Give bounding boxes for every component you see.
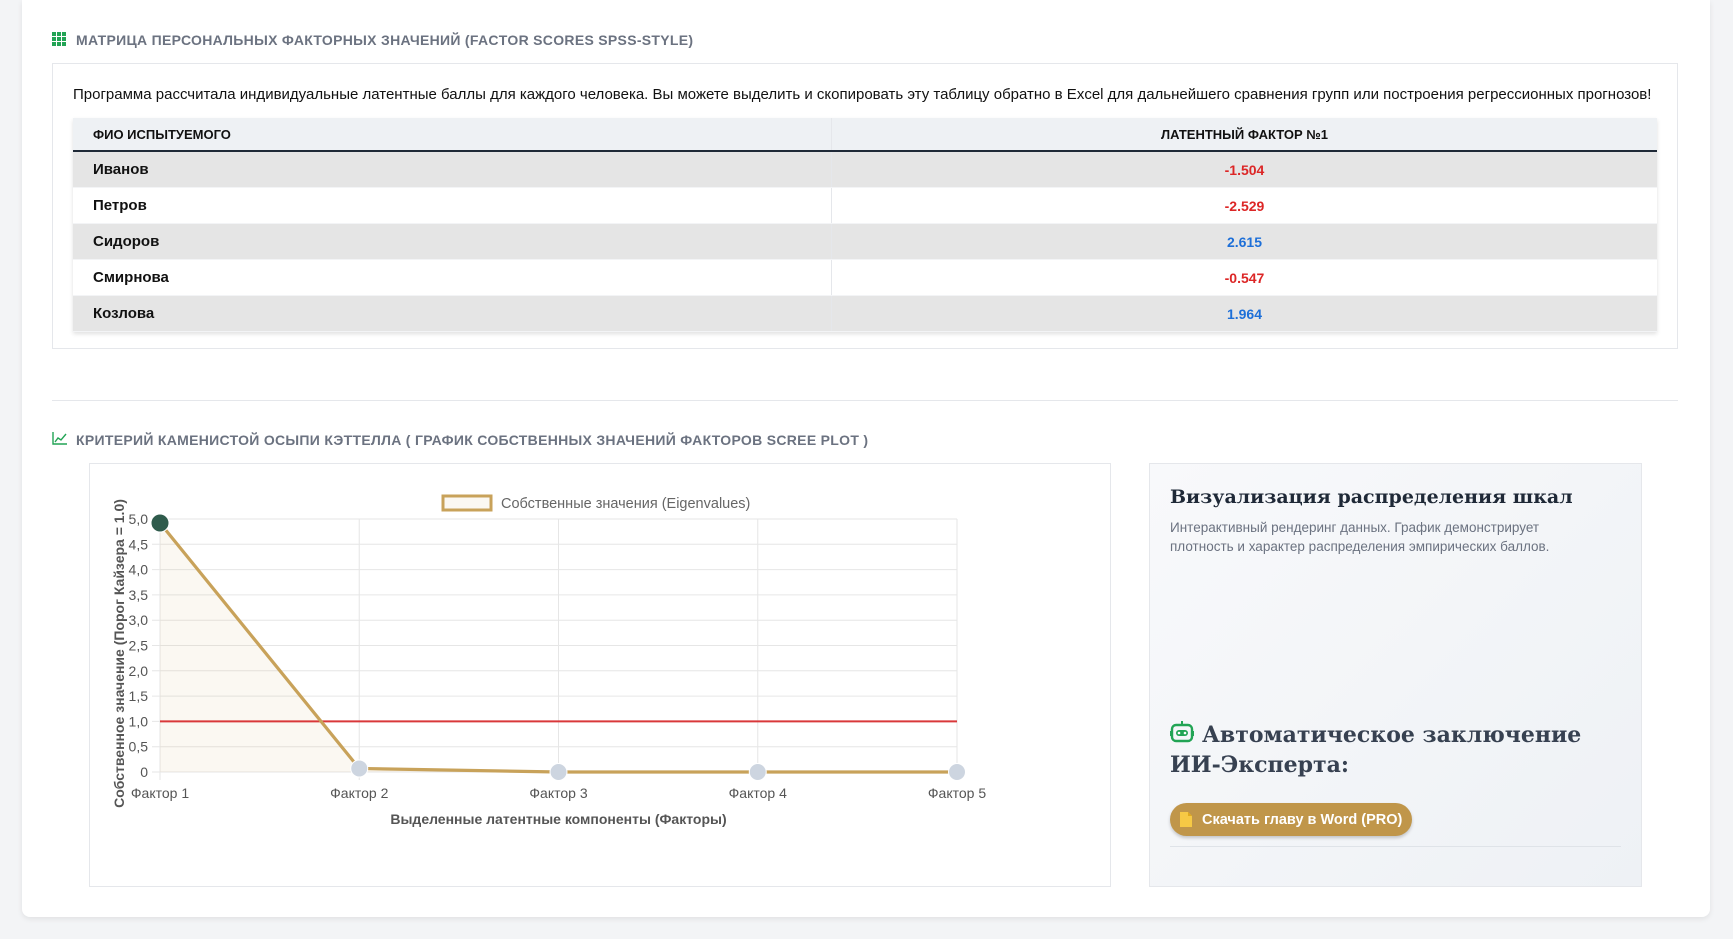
panel-divider: [1170, 846, 1621, 847]
x-tick-label: Фактор 5: [928, 785, 986, 801]
x-tick-label: Фактор 3: [529, 785, 587, 801]
data-point: [350, 759, 369, 778]
y-tick-label: 3,5: [129, 587, 149, 603]
subject-name-cell: Козлова: [73, 295, 832, 332]
subject-name-cell: Сидоров: [73, 223, 832, 260]
main-card: МАТРИЦА ПЕРСОНАЛЬНЫХ ФАКТОРНЫХ ЗНАЧЕНИЙ …: [22, 0, 1710, 917]
matrix-section-title: МАТРИЦА ПЕРСОНАЛЬНЫХ ФАКТОРНЫХ ЗНАЧЕНИЙ …: [52, 32, 693, 48]
legend-label: Собственные значения (Eigenvalues): [501, 496, 750, 512]
distribution-panel: Визуализация распределения шкал Интеракт…: [1149, 463, 1642, 887]
table-row: Козлова 1.964: [73, 295, 1657, 332]
factor-score-cell: -2.529: [831, 187, 1657, 224]
x-tick-label: Фактор 1: [131, 785, 189, 801]
scree-title-text: КРИТЕРИЙ КАМЕНИСТОЙ ОСЫПИ КЭТТЕЛЛА ( ГРА…: [76, 432, 869, 448]
column-header-name: ФИО ИСПЫТУЕМОГО: [73, 118, 832, 152]
y-tick-label: 3,0: [129, 612, 149, 628]
data-point: [748, 763, 767, 781]
x-axis-title: Выделенные латентные компоненты (Факторы…: [390, 811, 726, 827]
table-row: Смирнова -0.547: [73, 259, 1657, 296]
line-chart-icon: [52, 432, 68, 448]
download-label: Скачать главу в Word (PRO): [1202, 811, 1403, 828]
ai-conclusion-heading: Автоматическое заключение ИИ-Эксперта:: [1170, 720, 1610, 780]
y-tick-label: 0,5: [129, 739, 149, 755]
factor-score-cell: -1.504: [831, 151, 1657, 188]
subject-name-cell: Петров: [73, 187, 832, 224]
factor-score-cell: -0.547: [831, 259, 1657, 296]
y-tick-label: 1,5: [129, 688, 149, 704]
matrix-title-text: МАТРИЦА ПЕРСОНАЛЬНЫХ ФАКТОРНЫХ ЗНАЧЕНИЙ …: [76, 32, 694, 48]
data-point: [948, 763, 966, 781]
subject-name-cell: Иванов: [73, 151, 832, 188]
scree-section-title: КРИТЕРИЙ КАМЕНИСТОЙ ОСЫПИ КЭТТЕЛЛА ( ГРА…: [52, 432, 868, 448]
download-word-button[interactable]: Скачать главу в Word (PRO): [1170, 803, 1413, 836]
factor-score-cell: 2.615: [831, 223, 1657, 260]
y-tick-label: 4,5: [129, 536, 149, 552]
factor-scores-panel: Программа рассчитала индивидуальные лате…: [52, 63, 1678, 349]
factor-scores-table[interactable]: ФИО ИСПЫТУЕМОГО ЛАТЕНТНЫЙ ФАКТОР №1 Иван…: [73, 118, 1657, 332]
column-header-factor: ЛАТЕНТНЫЙ ФАКТОР №1: [831, 118, 1657, 152]
legend-swatch: [441, 494, 493, 512]
y-tick-label: 2,5: [129, 638, 149, 654]
table-row: Петров -2.529: [73, 187, 1657, 224]
table-row: Сидоров 2.615: [73, 223, 1657, 260]
matrix-description: Программа рассчитала индивидуальные лате…: [73, 86, 1652, 103]
factor-score-cell: 1.964: [831, 295, 1657, 332]
y-tick-label: 5,0: [129, 511, 149, 527]
y-tick-label: 0: [140, 764, 148, 780]
ai-heading-text: Автоматическое заключение ИИ-Эксперта:: [1170, 722, 1582, 778]
document-icon: [1180, 812, 1192, 827]
panel-title: Визуализация распределения шкал: [1170, 486, 1573, 508]
x-tick-label: Фактор 2: [330, 785, 388, 801]
y-tick-label: 4,0: [129, 562, 149, 578]
x-tick-label: Фактор 4: [729, 785, 787, 801]
table-header-row: ФИО ИСПЫТУЕМОГО ЛАТЕНТНЫЙ ФАКТОР №1: [73, 118, 1657, 152]
y-axis-title: Собственное значение (Порог Кайзера = 1.…: [111, 499, 127, 808]
data-point: [150, 513, 170, 533]
scree-plot[interactable]: 0 0,5 1,0 1,5 2,0 2,5 3,0 3,5 4,0 4,5 5,0 Фактор 1 Ф…: [90, 464, 1110, 886]
subject-name-cell: Смирнова: [73, 259, 832, 296]
y-tick-label: 2,0: [129, 663, 149, 679]
data-point: [549, 763, 568, 781]
table-row: Иванов -1.504: [73, 151, 1657, 188]
panel-description: Интерактивный рендеринг данных. График д…: [1170, 520, 1550, 554]
grid-icon: [52, 32, 68, 48]
section-divider: [52, 400, 1678, 401]
y-tick-label: 1,0: [129, 713, 149, 729]
scree-plot-container: 0 0,5 1,0 1,5 2,0 2,5 3,0 3,5 4,0 4,5 5,0 Фактор 1 Ф…: [89, 463, 1111, 887]
robot-icon: [1170, 721, 1196, 745]
